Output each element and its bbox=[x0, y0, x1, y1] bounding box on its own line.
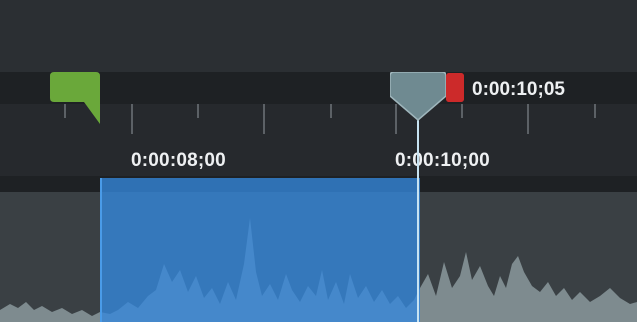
playhead-icon bbox=[389, 71, 447, 121]
ruler-tick bbox=[461, 104, 463, 118]
out-point-marker[interactable] bbox=[446, 73, 464, 102]
timeline-editor: 0:00:08;00 0:00:10;00 0:00:10;05 bbox=[0, 0, 637, 322]
playhead-line[interactable] bbox=[417, 112, 419, 322]
ruler-tick bbox=[594, 104, 596, 118]
green-flag-icon bbox=[50, 72, 100, 124]
current-time-display: 0:00:10;05 bbox=[472, 79, 565, 100]
selection-range[interactable] bbox=[100, 178, 420, 322]
red-marker-icon bbox=[446, 73, 464, 102]
playhead-handle[interactable] bbox=[389, 71, 447, 122]
ruler-label-10s: 0:00:10;00 bbox=[395, 150, 490, 171]
ruler-tick bbox=[527, 104, 529, 134]
ruler-label-8s: 0:00:08;00 bbox=[131, 150, 226, 171]
ruler-tick bbox=[197, 104, 199, 118]
ruler-tick bbox=[263, 104, 265, 134]
timeline-header bbox=[0, 0, 637, 72]
ruler-tick bbox=[330, 104, 332, 118]
ruler-tick bbox=[131, 104, 133, 134]
in-point-marker[interactable] bbox=[50, 72, 102, 126]
